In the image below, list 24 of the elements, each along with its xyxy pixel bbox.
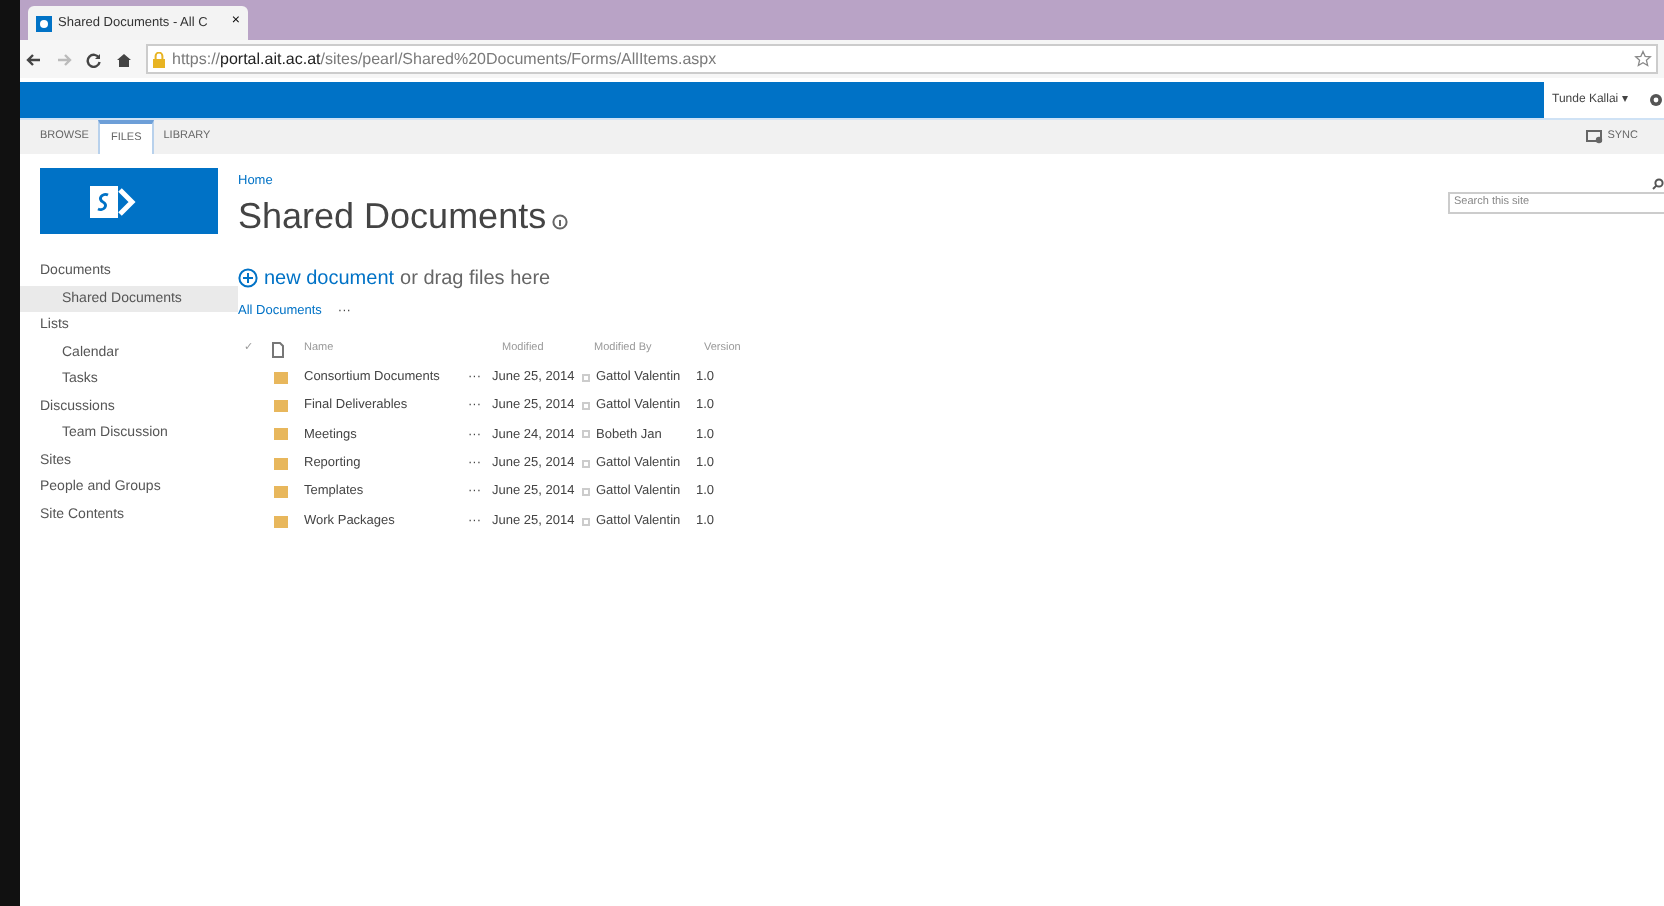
folder-icon (274, 371, 288, 384)
settings-icon[interactable] (1647, 92, 1664, 108)
folder-icon (274, 457, 288, 470)
folder-icon (274, 515, 288, 528)
address-bar[interactable]: https://portal.ait.ac.at/sites/pearl/Shared%20Documents/Forms/AllItems.aspx (146, 44, 1658, 74)
folder-icon (274, 428, 288, 441)
document-icon (272, 341, 284, 357)
drag-hint: or drag files here (400, 265, 551, 294)
sync-icon (1585, 130, 1604, 144)
folder-icon (274, 400, 288, 413)
star-icon[interactable] (1634, 50, 1652, 68)
page-title: Shared Documents (238, 193, 547, 240)
sharepoint-logo-icon (88, 181, 138, 221)
info-icon[interactable] (552, 213, 569, 230)
new-document-link[interactable]: new document (264, 263, 395, 294)
reload-icon[interactable] (86, 51, 102, 67)
search-icon[interactable] (1652, 177, 1664, 189)
url-text: https://portal.ait.ac.at/sites/pearl/Shared%20Documents/Forms/AllItems.aspx (172, 47, 717, 71)
back-icon[interactable] (26, 51, 42, 67)
lock-icon (152, 51, 166, 67)
site-icon (36, 15, 52, 31)
folder-icon (274, 486, 288, 499)
home-icon[interactable] (116, 51, 132, 67)
add-icon[interactable] (238, 268, 258, 289)
